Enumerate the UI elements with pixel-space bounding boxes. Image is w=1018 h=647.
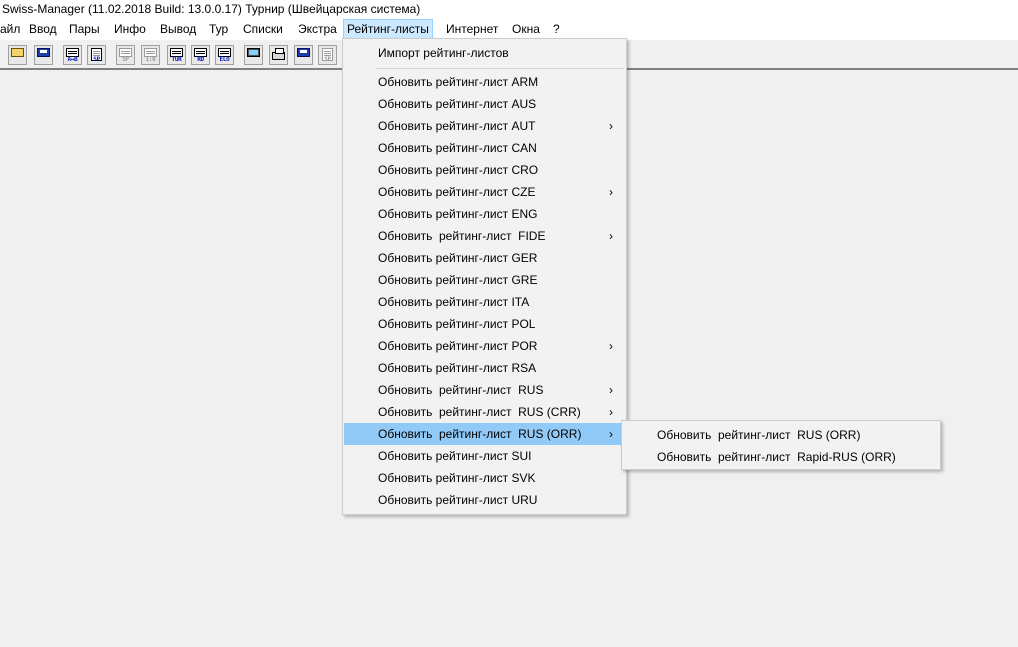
- elo-icon[interactable]: ELO: [215, 45, 234, 65]
- sp-disabled-icon[interactable]: SP: [116, 45, 135, 65]
- submenu-item-label: Обновить рейтинг-лист Rapid-RUS (ORR): [657, 450, 896, 464]
- rating-lists-menu: Импорт рейтинг-листов Обновить рейтинг-л…: [342, 38, 627, 515]
- save-disk-icon[interactable]: [34, 45, 53, 65]
- menu-item-label: Обновить рейтинг-лист SUI: [378, 449, 532, 463]
- chevron-right-icon: ›: [609, 405, 613, 419]
- window-title: Swiss-Manager (11.02.2018 Build: 13.0.0.…: [2, 2, 421, 16]
- menu-item-update-cze[interactable]: Обновить рейтинг-лист CZE ›: [344, 181, 625, 203]
- menu-item-update-svk[interactable]: Обновить рейтинг-лист SVK: [344, 467, 625, 489]
- menu-item-update-aus[interactable]: Обновить рейтинг-лист AUS: [344, 93, 625, 115]
- menu-item-label: Обновить рейтинг-лист ARM: [378, 75, 539, 89]
- menu-item-update-aut[interactable]: Обновить рейтинг-лист AUT ›: [344, 115, 625, 137]
- menu-item-update-pol[interactable]: Обновить рейтинг-лист POL: [344, 313, 625, 335]
- menu-extra[interactable]: Экстра: [295, 19, 340, 40]
- menu-item-update-ita[interactable]: Обновить рейтинг-лист ITA: [344, 291, 625, 313]
- menu-item-label: Обновить рейтинг-лист ENG: [378, 207, 538, 221]
- menu-item-update-por[interactable]: Обновить рейтинг-лист POR ›: [344, 335, 625, 357]
- menu-pairs[interactable]: Пары: [66, 19, 103, 40]
- menu-item-update-sui[interactable]: Обновить рейтинг-лист SUI: [344, 445, 625, 467]
- sp-doc-disabled-icon[interactable]: SP: [318, 45, 337, 65]
- menu-item-label: Обновить рейтинг-лист GER: [378, 251, 538, 265]
- menu-lists[interactable]: Списки: [240, 19, 286, 40]
- chevron-right-icon: ›: [609, 427, 613, 441]
- menu-item-label: Обновить рейтинг-лист ITA: [378, 295, 530, 309]
- menu-file[interactable]: айл: [0, 19, 23, 40]
- tournament-icon[interactable]: TUR: [167, 45, 186, 65]
- menu-rating-lists[interactable]: Рейтинг-листы: [343, 19, 433, 40]
- chevron-right-icon: ›: [609, 119, 613, 133]
- submenu-item-update-rus-orr[interactable]: Обновить рейтинг-лист RUS (ORR): [623, 424, 939, 446]
- menu-item-update-can[interactable]: Обновить рейтинг-лист CAN: [344, 137, 625, 159]
- menu-item-update-rus-orr[interactable]: Обновить рейтинг-лист RUS (ORR) ›: [344, 423, 625, 445]
- menu-input[interactable]: Ввод: [26, 19, 60, 40]
- submenu-item-label: Обновить рейтинг-лист RUS (ORR): [657, 428, 861, 442]
- starting-rank-icon[interactable]: SP: [87, 45, 106, 65]
- menu-item-label: Обновить рейтинг-лист CAN: [378, 141, 537, 155]
- menu-item-label: Обновить рейтинг-лист AUT: [378, 119, 536, 133]
- menu-item-label: Импорт рейтинг-листов: [378, 46, 509, 60]
- menu-info[interactable]: Инфо: [111, 19, 149, 40]
- menu-item-label: Обновить рейтинг-лист URU: [378, 493, 538, 507]
- chevron-right-icon: ›: [609, 383, 613, 397]
- menu-output[interactable]: Вывод: [157, 19, 199, 40]
- pairing-a-b-icon[interactable]: A↔B: [63, 45, 82, 65]
- menu-item-label: Обновить рейтинг-лист POL: [378, 317, 536, 331]
- menu-item-import-rating-lists[interactable]: Импорт рейтинг-листов: [344, 42, 625, 64]
- menu-item-label: Обновить рейтинг-лист POR: [378, 339, 538, 353]
- menu-item-update-eng[interactable]: Обновить рейтинг-лист ENG: [344, 203, 625, 225]
- menu-item-label: Обновить рейтинг-лист CZE: [378, 185, 536, 199]
- menu-item-label: Обновить рейтинг-лист AUS: [378, 97, 537, 111]
- menu-bar: айл Ввод Пары Инфо Вывод Тур Списки Экст…: [0, 19, 1018, 40]
- title-bar: Swiss-Manager (11.02.2018 Build: 13.0.0.…: [0, 0, 1018, 19]
- menu-item-update-arm[interactable]: Обновить рейтинг-лист ARM: [344, 71, 625, 93]
- submenu-item-update-rapid-rus-orr[interactable]: Обновить рейтинг-лист Rapid-RUS (ORR): [623, 446, 939, 468]
- menu-item-label: Обновить рейтинг-лист RUS (CRR): [378, 405, 581, 419]
- menu-item-label: Обновить рейтинг-лист RUS (ORR): [378, 427, 582, 441]
- menu-item-label: Обновить рейтинг-лист RUS: [378, 383, 544, 397]
- chevron-right-icon: ›: [609, 229, 613, 243]
- screen-icon[interactable]: [244, 45, 263, 65]
- menu-separator: [376, 68, 624, 69]
- menu-item-update-gre[interactable]: Обновить рейтинг-лист GRE: [344, 269, 625, 291]
- menu-item-update-rsa[interactable]: Обновить рейтинг-лист RSA: [344, 357, 625, 379]
- menu-windows[interactable]: Окна: [509, 19, 543, 40]
- chevron-right-icon: ›: [609, 339, 613, 353]
- menu-item-label: Обновить рейтинг-лист SVK: [378, 471, 536, 485]
- menu-help[interactable]: ?: [550, 19, 563, 40]
- print-icon[interactable]: [269, 45, 288, 65]
- save-disk-icon[interactable]: [294, 45, 313, 65]
- open-folder-icon[interactable]: [8, 45, 27, 65]
- menu-item-update-ger[interactable]: Обновить рейтинг-лист GER: [344, 247, 625, 269]
- chevron-right-icon: ›: [609, 185, 613, 199]
- menu-item-label: Обновить рейтинг-лист RSA: [378, 361, 537, 375]
- menu-item-update-rus[interactable]: Обновить рейтинг-лист RUS ›: [344, 379, 625, 401]
- menu-internet[interactable]: Интернет: [443, 19, 501, 40]
- rus-orr-submenu: Обновить рейтинг-лист RUS (ORR) Обновить…: [621, 420, 941, 470]
- menu-item-update-uru[interactable]: Обновить рейтинг-лист URU: [344, 489, 625, 511]
- menu-item-update-cro[interactable]: Обновить рейтинг-лист CRO: [344, 159, 625, 181]
- menu-item-label: Обновить рейтинг-лист GRE: [378, 273, 538, 287]
- round-icon[interactable]: RD: [191, 45, 210, 65]
- menu-round[interactable]: Тур: [206, 19, 231, 40]
- score-disabled-icon[interactable]: 1:0: [141, 45, 160, 65]
- menu-item-label: Обновить рейтинг-лист FIDE: [378, 229, 546, 243]
- menu-item-update-fide[interactable]: Обновить рейтинг-лист FIDE ›: [344, 225, 625, 247]
- menu-item-label: Обновить рейтинг-лист CRO: [378, 163, 539, 177]
- menu-item-update-rus-crr[interactable]: Обновить рейтинг-лист RUS (CRR) ›: [344, 401, 625, 423]
